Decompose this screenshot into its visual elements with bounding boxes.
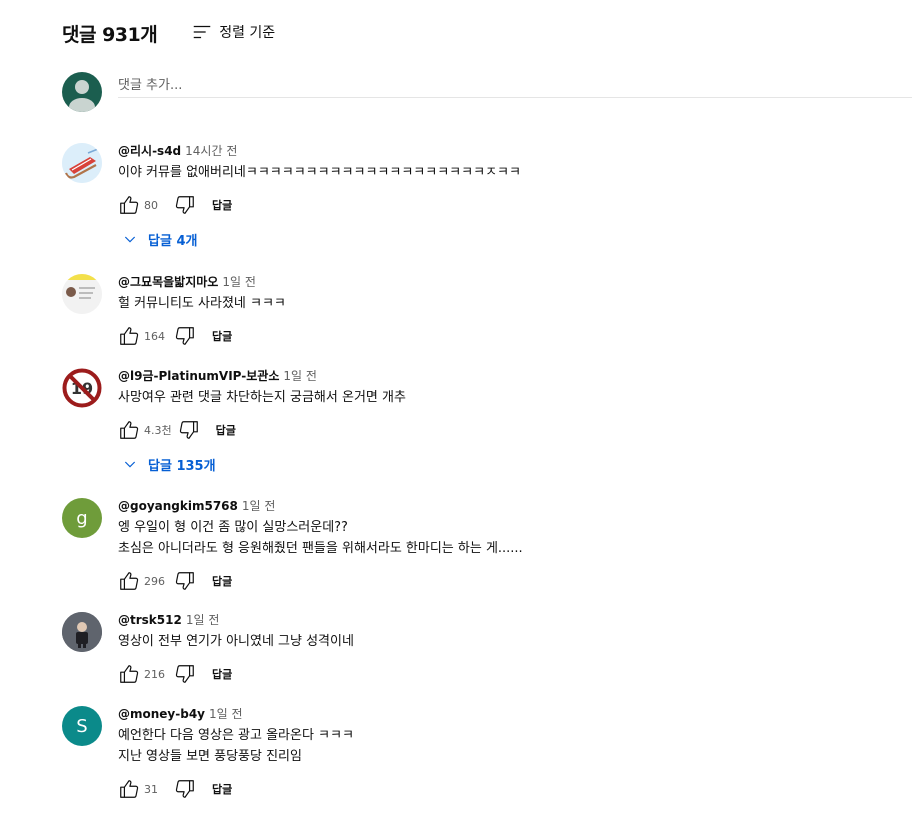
comment-text: 예언한다 다음 영상은 광고 올라온다 ㅋㅋㅋ 지난 영상들 보면 풍당풍당 진… [118, 728, 354, 764]
reply-button[interactable]: 답글 [212, 328, 232, 344]
comment-time[interactable]: 1일 전 [222, 275, 256, 289]
like-icon[interactable] [118, 325, 140, 347]
view-replies-button[interactable]: 답글 4개 [122, 229, 912, 249]
avatar[interactable]: g [62, 498, 102, 538]
comment-text: 영상이 전부 연기가 아니였네 그냥 성격이네 [118, 634, 354, 649]
like-count: 296 [144, 574, 165, 588]
like-count: 216 [144, 667, 165, 681]
reply-button[interactable]: 답글 [212, 781, 232, 797]
dislike-icon[interactable] [174, 778, 196, 800]
author-name[interactable]: @l9금-PlatinumVIP-보관소 [118, 369, 279, 383]
sort-button[interactable]: 정렬 기준 [191, 21, 275, 43]
like-icon[interactable] [118, 778, 140, 800]
comments-header: 댓글 931개 정렬 기준 [62, 20, 275, 47]
user-silhouette-icon [69, 80, 95, 112]
chevron-down-icon [124, 236, 136, 243]
reply-button[interactable]: 답글 [212, 573, 232, 589]
add-comment-input[interactable] [118, 74, 912, 98]
reply-button[interactable]: 답글 [212, 666, 232, 682]
my-avatar [62, 72, 102, 112]
avatar-image [62, 274, 102, 314]
dislike-icon[interactable] [178, 419, 200, 441]
like-count: 31 [144, 782, 158, 796]
comment-text: 이야 커뮤를 없애버리네ㅋㅋㅋㅋㅋㅋㅋㅋㅋㅋㅋㅋㅋㅋㅋㅋㅋㅋㅋㅋㅈㅋㅋ [118, 165, 521, 180]
add-comment-row [62, 72, 912, 112]
avatar[interactable] [62, 612, 102, 652]
author-name[interactable]: @money-b4y [118, 707, 205, 721]
like-count: 80 [144, 198, 158, 212]
avatar-letter: S [76, 715, 88, 737]
dislike-icon[interactable] [174, 194, 196, 216]
author-name[interactable]: @그묘목을밟지마오 [118, 275, 218, 289]
comment-time[interactable]: 14시간 전 [185, 144, 237, 158]
age-19-restriction-icon: 19 [62, 368, 102, 408]
like-count: 164 [144, 329, 165, 343]
avatar[interactable]: S [62, 706, 102, 746]
author-name[interactable]: @goyangkim5768 [118, 499, 238, 513]
author-name[interactable]: @trsk512 [118, 613, 182, 627]
like-icon[interactable] [118, 570, 140, 592]
like-icon[interactable] [118, 419, 140, 441]
like-icon[interactable] [118, 194, 140, 216]
view-replies-button[interactable]: 답글 135개 [122, 454, 912, 474]
like-count: 4.3천 [144, 424, 172, 437]
comment-text: 헐 커뮤니티도 사라졌네 ㅋㅋㅋ [118, 296, 286, 311]
reply-button[interactable]: 답글 [212, 197, 232, 213]
comment-count: 댓글 931개 [62, 24, 158, 46]
replies-label: 답글 4개 [148, 233, 198, 249]
avatar[interactable]: 19 [62, 368, 102, 408]
dislike-icon[interactable] [174, 325, 196, 347]
comment-time[interactable]: 1일 전 [283, 369, 317, 383]
dislike-icon[interactable] [174, 570, 196, 592]
dislike-icon[interactable] [174, 663, 196, 685]
comment-time[interactable]: 1일 전 [186, 613, 220, 627]
sled-image [62, 143, 102, 183]
comment-text: 사망여우 관련 댓글 차단하는지 궁금해서 온거면 개추 [118, 390, 406, 405]
avatar[interactable] [62, 274, 102, 314]
sort-icon [193, 25, 211, 38]
chevron-down-icon [124, 461, 136, 468]
reply-button[interactable]: 답글 [216, 422, 236, 438]
replies-label: 답글 135개 [148, 458, 216, 474]
author-name[interactable]: @리시-s4d [118, 144, 181, 158]
like-icon[interactable] [118, 663, 140, 685]
avatar-letter: g [76, 507, 88, 529]
avatar[interactable] [62, 143, 102, 183]
comment-time[interactable]: 1일 전 [209, 707, 243, 721]
comment-time[interactable]: 1일 전 [242, 499, 276, 513]
comment-text: 엥 우일이 형 이건 좀 많이 실망스러운데?? 초심은 아니더라도 형 응원해… [118, 520, 523, 556]
sort-label: 정렬 기준 [219, 24, 276, 41]
avatar-image [62, 612, 102, 652]
